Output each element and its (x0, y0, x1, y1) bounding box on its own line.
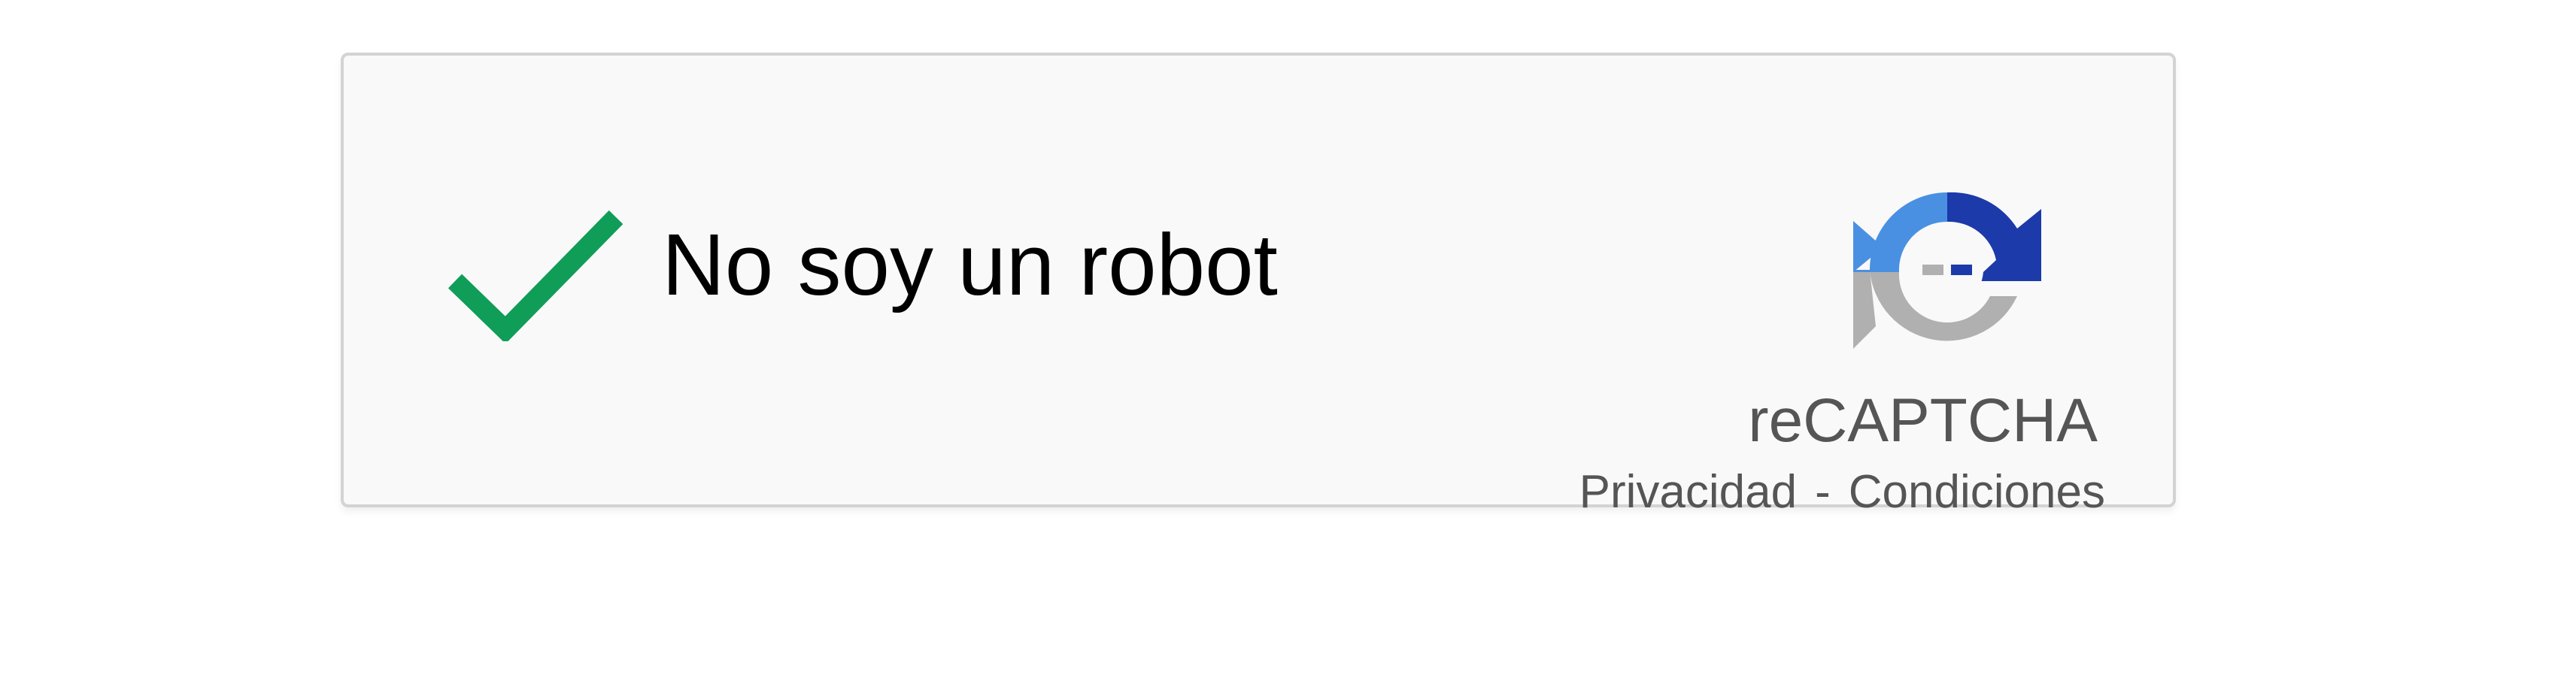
footer-links: Privacidad - Condiciones (1579, 469, 2105, 516)
privacy-link[interactable]: Privacidad (1579, 466, 1797, 518)
checkbox[interactable] (441, 191, 630, 341)
link-separator: - (1815, 466, 1831, 518)
recaptcha-branding: reCAPTCHA Privacidad - Condiciones (1556, 123, 2128, 516)
recaptcha-logo-icon (1853, 176, 2041, 364)
terms-link[interactable]: Condiciones (1849, 466, 2105, 518)
recaptcha-widget: No soy un robot reCAPTCHA Privacidad - Con… (341, 53, 2176, 516)
checkmark-icon (448, 210, 624, 341)
checkbox-label[interactable]: No soy un robot (662, 221, 1278, 308)
recaptcha-brand-name: reCAPTCHA (1748, 386, 2098, 455)
